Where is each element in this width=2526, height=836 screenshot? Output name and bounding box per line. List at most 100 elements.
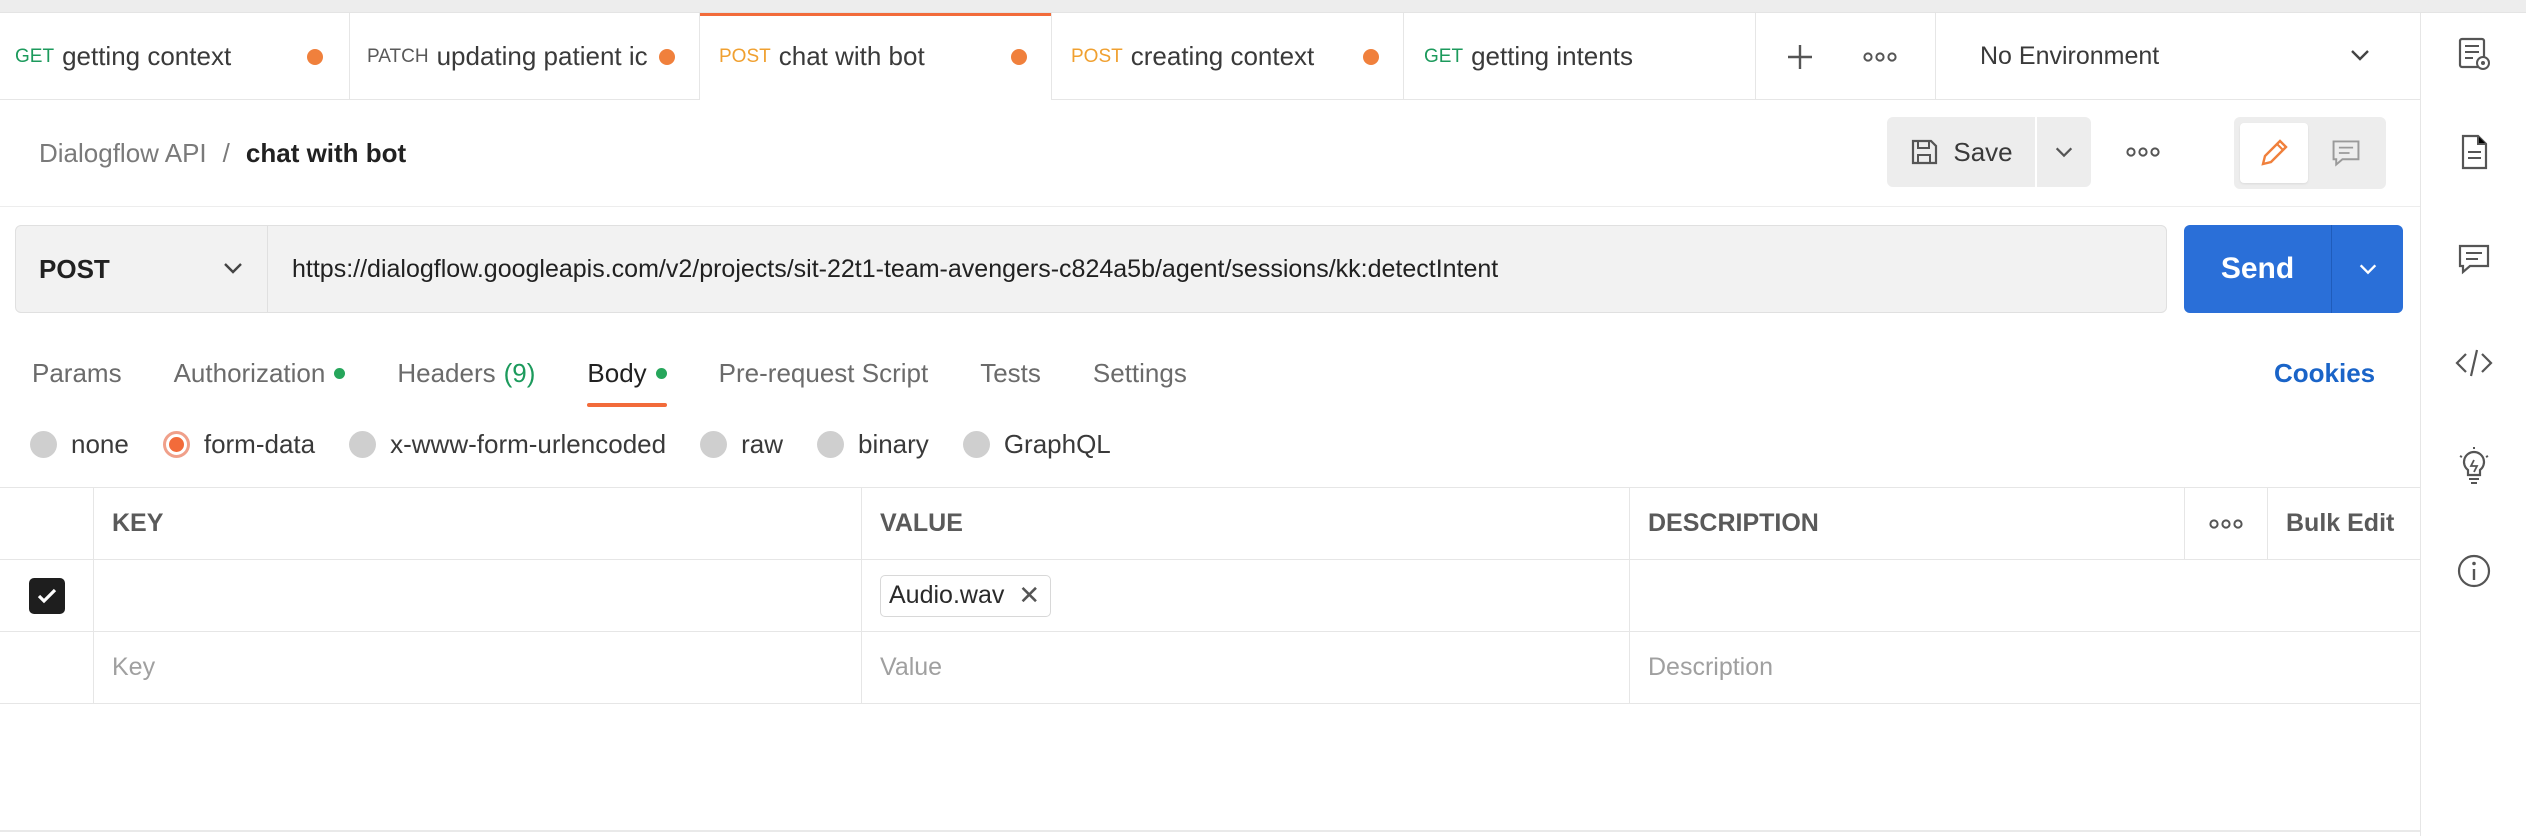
row-enabled-checkbox[interactable] <box>28 577 65 614</box>
send-group: Send <box>2184 225 2403 313</box>
tab-updating-patient[interactable]: PATCH updating patient ic <box>350 13 700 100</box>
tab-options-button[interactable] <box>1842 13 1918 100</box>
tab-getting-context[interactable]: GET getting context <box>0 13 350 100</box>
tab-body[interactable]: Body <box>587 348 667 407</box>
comments-button[interactable] <box>2421 241 2526 277</box>
value-input[interactable]: Value <box>862 632 1630 703</box>
document-icon <box>2461 134 2488 170</box>
tab-authorization[interactable]: Authorization <box>174 348 346 398</box>
tab-creating-context[interactable]: POST creating context <box>1052 13 1404 100</box>
row-checkbox-cell <box>0 560 94 631</box>
radio-binary[interactable]: binary <box>816 428 929 460</box>
tab-method: GET <box>15 45 55 67</box>
divider <box>0 830 2420 832</box>
tab-title: getting context <box>62 41 232 71</box>
radio-circle-selected <box>162 430 190 458</box>
http-method-select[interactable]: POST <box>16 226 268 312</box>
window-top-strip <box>0 0 2526 13</box>
file-name: Audio.wav <box>889 581 1005 609</box>
comment-mode-button[interactable] <box>2312 123 2380 183</box>
send-options-button[interactable] <box>2331 225 2403 313</box>
unsaved-dot <box>307 49 323 65</box>
radio-circle <box>962 430 990 458</box>
tab-title: updating patient ic <box>436 41 648 71</box>
tab-tests[interactable]: Tests <box>980 348 1041 398</box>
unsaved-dot <box>659 49 675 65</box>
environment-selector[interactable]: No Environment <box>1935 13 2420 100</box>
radio-circle <box>30 430 57 458</box>
tab-settings[interactable]: Settings <box>1093 348 1187 398</box>
tab-chat-with-bot[interactable]: POST chat with bot <box>700 13 1052 100</box>
tab-headers[interactable]: Headers (9) <box>397 348 535 398</box>
radio-label: binary <box>857 428 929 459</box>
radio-circle <box>349 430 377 458</box>
radio-urlencoded[interactable]: x-www-form-urlencoded <box>349 429 666 460</box>
radio-graphql[interactable]: GraphQL <box>962 429 1111 460</box>
tab-title: creating context <box>1130 41 1315 71</box>
tab-pre-request-script[interactable]: Pre-request Script <box>719 348 929 398</box>
send-button[interactable]: Send <box>2184 225 2331 313</box>
value-cell[interactable]: Audio.wav ✕ <box>862 560 1630 631</box>
edit-mode-button[interactable] <box>2240 123 2308 183</box>
tab-title: chat with bot <box>778 41 925 71</box>
chevron-down-icon <box>2055 147 2073 158</box>
comment-icon <box>2332 140 2360 167</box>
tab-title: getting intents <box>1471 41 1633 71</box>
radio-form-data[interactable]: form-data <box>162 429 315 460</box>
code-snippet-button[interactable] <box>2421 346 2526 380</box>
tab-getting-intents[interactable]: GET getting intents <box>1404 13 1756 100</box>
tab-method: POST <box>719 45 771 67</box>
key-input[interactable]: Key <box>94 632 862 703</box>
save-button[interactable]: Save <box>1887 117 2035 187</box>
column-header-value: VALUE <box>862 488 1630 559</box>
environment-quick-look-button[interactable] <box>2421 35 2526 73</box>
url-input[interactable]: https://dialogflow.googleapis.com/v2/pro… <box>268 226 2166 312</box>
request-more-button[interactable] <box>2115 130 2171 174</box>
save-options-button[interactable] <box>2037 117 2091 187</box>
related-collections-button[interactable] <box>2421 446 2526 488</box>
tab-label: Pre-request Script <box>718 357 929 388</box>
remove-file-icon[interactable]: ✕ <box>1018 580 1040 611</box>
save-label: Save <box>1953 136 2013 167</box>
description-input[interactable]: Description <box>1630 632 2420 703</box>
request-url-bar: POST https://dialogflow.googleapis.com/v… <box>15 225 2167 313</box>
table-row-new: Key Value Description <box>0 632 2420 704</box>
breadcrumb-separator: / <box>222 138 230 168</box>
radio-circle <box>816 430 844 458</box>
breadcrumb-collection[interactable]: Dialogflow API <box>39 138 207 169</box>
radio-label: none <box>71 428 129 459</box>
lightbulb-icon <box>2459 447 2489 484</box>
body-type-selector: none form-data x-www-form-urlencoded raw… <box>30 424 1145 464</box>
radio-raw[interactable]: raw <box>700 429 783 460</box>
documentation-button[interactable] <box>2421 133 2526 171</box>
column-options-button[interactable] <box>2185 488 2268 559</box>
key-cell[interactable] <box>94 560 862 631</box>
tab-label: Params <box>32 357 122 388</box>
checkmark-icon <box>37 588 56 603</box>
radio-circle <box>700 430 728 458</box>
info-button[interactable] <box>2421 553 2526 589</box>
bulk-edit-button[interactable]: Bulk Edit <box>2268 488 2420 559</box>
tab-label: Authorization <box>173 357 326 388</box>
new-tab-button[interactable] <box>1760 13 1840 100</box>
chevron-down-icon <box>2351 50 2369 61</box>
tab-params[interactable]: Params <box>32 348 122 398</box>
save-group: Save <box>1887 117 2091 187</box>
tab-label: Tests <box>980 357 1041 388</box>
header-checkbox-column <box>0 488 94 559</box>
row-checkbox-cell <box>0 632 94 703</box>
cookies-link[interactable]: Cookies <box>2274 348 2375 398</box>
save-icon <box>1912 139 1938 165</box>
breadcrumb-request-name[interactable]: chat with bot <box>246 138 406 169</box>
tab-label: Headers <box>397 357 496 388</box>
tab-method: POST <box>1071 45 1123 67</box>
radio-none[interactable]: none <box>30 429 129 460</box>
column-header-description: DESCRIPTION <box>1630 488 2185 559</box>
breadcrumb: Dialogflow API / chat with bot <box>39 138 406 169</box>
code-icon <box>2455 349 2493 377</box>
radio-label: raw <box>741 428 783 459</box>
status-dot <box>655 367 667 379</box>
chevron-down-icon <box>224 263 242 274</box>
request-tabs: Params Authorization Headers (9) Body Pre… <box>32 348 1239 407</box>
description-cell[interactable] <box>1630 560 2420 631</box>
